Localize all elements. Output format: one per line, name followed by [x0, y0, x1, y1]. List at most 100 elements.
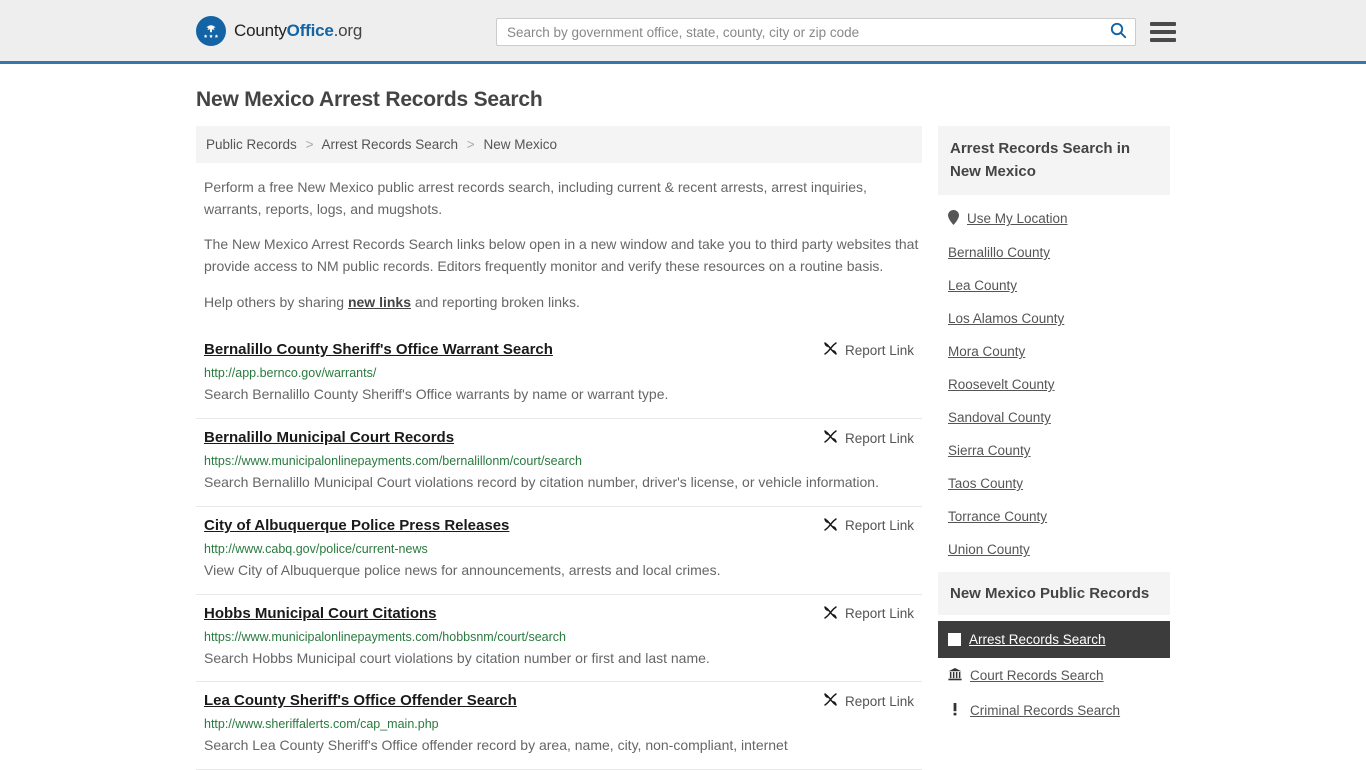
broken-link-icon: [823, 341, 838, 359]
report-link-label: Report Link: [844, 342, 914, 358]
report-link-label: Report Link: [844, 693, 914, 709]
county-link[interactable]: Los Alamos County: [948, 311, 1064, 326]
square-icon: [948, 633, 961, 646]
broken-link-icon: [823, 429, 838, 447]
site-logo-text: CountyOffice.org: [234, 21, 362, 41]
sidebar: Arrest Records Search in New Mexico Use …: [938, 126, 1170, 734]
page-container: New Mexico Arrest Records Search Public …: [0, 88, 1366, 770]
results-list: Bernalillo County Sheriff's Office Warra…: [196, 331, 922, 770]
breadcrumb-item-arrest-records-search[interactable]: Arrest Records Search: [321, 137, 458, 152]
table-row: Lea County Sheriff's Office Offender Sea…: [196, 682, 922, 770]
use-my-location-link[interactable]: Use My Location: [967, 211, 1068, 226]
result-title-link[interactable]: Bernalillo Municipal Court Records: [204, 429, 454, 446]
sidebar-item-county[interactable]: Bernalillo County: [938, 236, 1170, 269]
breadcrumb-item-public-records[interactable]: Public Records: [206, 137, 297, 152]
sidebar-item-use-my-location[interactable]: Use My Location: [938, 201, 1170, 236]
search-icon: [1110, 22, 1127, 42]
exclamation-icon: [948, 702, 962, 719]
sidebar-item-arrest-records-search[interactable]: Arrest Records Search: [938, 621, 1170, 658]
breadcrumb-separator: >: [305, 137, 314, 152]
sidebar-item-county[interactable]: Union County: [938, 533, 1170, 566]
result-title-link[interactable]: Hobbs Municipal Court Citations: [204, 605, 437, 622]
eagle-seal-icon: [196, 15, 226, 46]
broken-link-icon: [823, 605, 838, 623]
table-row: Bernalillo Municipal Court Records Repor…: [196, 419, 922, 507]
result-header: Hobbs Municipal Court Citations Report L…: [196, 605, 922, 623]
courthouse-icon: [948, 667, 962, 684]
county-link[interactable]: Torrance County: [948, 509, 1047, 524]
hamburger-menu-icon[interactable]: [1150, 19, 1176, 45]
breadcrumb: Public Records > Arrest Records Search >…: [196, 126, 922, 163]
map-pin-icon: [948, 210, 959, 227]
sidebar-item-county[interactable]: Torrance County: [938, 500, 1170, 533]
result-url: http://app.bernco.gov/warrants/: [204, 366, 377, 381]
site-header: CountyOffice.org: [0, 0, 1366, 64]
result-description: Search Lea County Sheriff's Office offen…: [204, 737, 788, 754]
county-link[interactable]: Taos County: [948, 476, 1023, 491]
result-url: http://www.sheriffalerts.com/cap_main.ph…: [204, 717, 439, 732]
result-description: View City of Albuquerque police news for…: [204, 561, 721, 578]
brand-part-office: Office: [286, 20, 334, 40]
result-title-link[interactable]: City of Albuquerque Police Press Release…: [204, 517, 509, 534]
report-link-button[interactable]: Report Link: [823, 341, 914, 359]
broken-link-icon: [823, 692, 838, 710]
intro-text: Perform a free New Mexico public arrest …: [196, 177, 922, 313]
search-bar[interactable]: [496, 18, 1136, 46]
sidebar-county-list: Use My Location Bernalillo County Lea Co…: [938, 195, 1170, 566]
page-title: New Mexico Arrest Records Search: [196, 88, 543, 111]
sidebar-item-county[interactable]: Roosevelt County: [938, 368, 1170, 401]
search-input[interactable]: [497, 19, 1101, 45]
sidebar-item-county[interactable]: Lea County: [938, 269, 1170, 302]
report-link-button[interactable]: Report Link: [823, 429, 914, 447]
sidebar-item-county[interactable]: Sierra County: [938, 434, 1170, 467]
public-records-header: New Mexico Public Records: [938, 572, 1170, 615]
site-logo[interactable]: CountyOffice.org: [196, 15, 362, 46]
county-link[interactable]: Lea County: [948, 278, 1017, 293]
report-link-label: Report Link: [844, 430, 914, 446]
sidebar-item-court-records-search[interactable]: Court Records Search: [938, 658, 1170, 693]
county-link[interactable]: Sierra County: [948, 443, 1031, 458]
new-links-link[interactable]: new links: [348, 294, 411, 310]
county-link[interactable]: Roosevelt County: [948, 377, 1055, 392]
result-description: Search Bernalillo Municipal Court violat…: [204, 474, 879, 491]
result-url: http://www.cabq.gov/police/current-news: [204, 541, 428, 556]
sidebar-item-county[interactable]: Mora County: [938, 335, 1170, 368]
report-link-label: Report Link: [844, 518, 914, 534]
public-records-list: Arrest Records Search Court Records Sear…: [938, 615, 1170, 728]
sidebar-item-criminal-records-search[interactable]: Criminal Records Search: [938, 693, 1170, 728]
result-url: https://www.municipalonlinepayments.com/…: [204, 629, 566, 644]
brand-part-org: .org: [333, 20, 363, 40]
brand-part-county: County: [234, 20, 287, 40]
intro-paragraph-3: Help others by sharing new links and rep…: [204, 292, 920, 314]
report-link-button[interactable]: Report Link: [823, 692, 914, 710]
sidebar-item-county[interactable]: Los Alamos County: [938, 302, 1170, 335]
table-row: Hobbs Municipal Court Citations Report L…: [196, 595, 922, 683]
result-title-link[interactable]: Lea County Sheriff's Office Offender Sea…: [204, 692, 517, 709]
county-link[interactable]: Bernalillo County: [948, 245, 1050, 260]
result-header: Bernalillo County Sheriff's Office Warra…: [196, 341, 922, 359]
breadcrumb-separator: >: [466, 137, 475, 152]
result-title-link[interactable]: Bernalillo County Sheriff's Office Warra…: [204, 341, 553, 358]
sidebar-county-box: Arrest Records Search in New Mexico Use …: [938, 126, 1170, 566]
sidebar-item-county[interactable]: Taos County: [938, 467, 1170, 500]
court-records-search-link[interactable]: Court Records Search: [970, 668, 1104, 683]
county-link[interactable]: Mora County: [948, 344, 1025, 359]
sidebar-item-county[interactable]: Sandoval County: [938, 401, 1170, 434]
broken-link-icon: [823, 517, 838, 535]
search-button[interactable]: [1101, 19, 1135, 45]
report-link-button[interactable]: Report Link: [823, 517, 914, 535]
table-row: City of Albuquerque Police Press Release…: [196, 507, 922, 595]
intro-p3-after: and reporting broken links.: [411, 293, 580, 310]
content-columns: Public Records > Arrest Records Search >…: [196, 126, 1170, 770]
sidebar-public-records-box: New Mexico Public Records Arrest Records…: [938, 572, 1170, 728]
intro-paragraph-2: The New Mexico Arrest Records Search lin…: [204, 236, 919, 275]
report-link-button[interactable]: Report Link: [823, 605, 914, 623]
county-link[interactable]: Union County: [948, 542, 1030, 557]
report-link-label: Report Link: [844, 606, 914, 621]
arrest-records-search-link[interactable]: Arrest Records Search: [969, 632, 1106, 647]
result-header: Bernalillo Municipal Court Records Repor…: [196, 429, 922, 447]
result-description: Search Hobbs Municipal court violations …: [204, 649, 710, 666]
breadcrumb-item-new-mexico[interactable]: New Mexico: [483, 137, 557, 152]
county-link[interactable]: Sandoval County: [948, 410, 1051, 425]
criminal-records-search-link[interactable]: Criminal Records Search: [970, 703, 1120, 718]
